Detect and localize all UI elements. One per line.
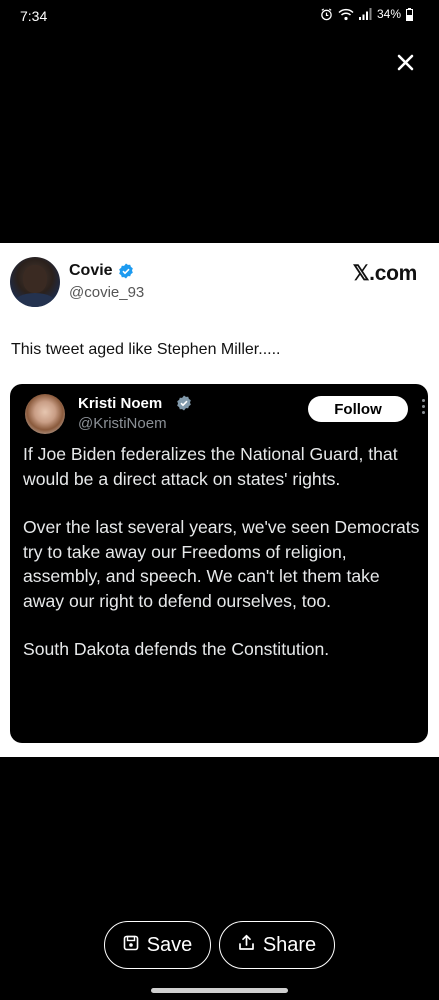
status-time: 7:34: [20, 8, 48, 24]
close-button[interactable]: [392, 52, 418, 78]
share-icon: [238, 934, 255, 957]
status-bar: 7:34 34%: [0, 0, 439, 34]
post-image[interactable]: Covie @covie_93 𝕏.com This tweet aged li…: [0, 243, 439, 757]
save-label: Save: [146, 933, 193, 956]
save-button[interactable]: Save: [104, 921, 211, 969]
quoted-tweet-body: If Joe Biden federalizes the National Gu…: [23, 442, 423, 662]
alarm-icon: [320, 7, 333, 21]
quoted-author-name: Kristi Noem: [78, 395, 163, 412]
author-avatar: [10, 257, 60, 307]
quoted-paragraph: Over the last several years, we've seen …: [23, 517, 420, 611]
share-label: Share: [262, 933, 317, 956]
quoted-author-handle: @KristiNoem: [78, 415, 167, 432]
verified-badge-icon: [118, 263, 134, 284]
follow-button: Follow: [308, 396, 408, 422]
battery-icon: [406, 7, 413, 21]
quoted-tweet: Kristi Noem @KristiNoem Follow If Joe Bi…: [10, 384, 428, 743]
home-indicator[interactable]: [151, 988, 288, 993]
post-text: This tweet aged like Stephen Miller.....: [11, 341, 281, 358]
save-icon: [123, 934, 139, 957]
status-icons: 34%: [320, 7, 413, 21]
more-options-icon: [422, 399, 426, 414]
battery-percent: 34%: [376, 7, 401, 21]
signal-icon: [358, 8, 372, 20]
share-button[interactable]: Share: [219, 921, 335, 969]
quoted-avatar: [25, 394, 65, 434]
wifi-icon: [338, 8, 354, 21]
author-handle: @covie_93: [69, 284, 145, 301]
site-logo: 𝕏.com: [352, 262, 418, 285]
quoted-paragraph: If Joe Biden federalizes the National Gu…: [23, 444, 398, 489]
author-name: Covie: [69, 262, 113, 279]
close-icon: [397, 54, 414, 76]
quoted-paragraph: South Dakota defends the Constitution.: [23, 639, 330, 659]
verified-badge-icon: [176, 395, 192, 416]
